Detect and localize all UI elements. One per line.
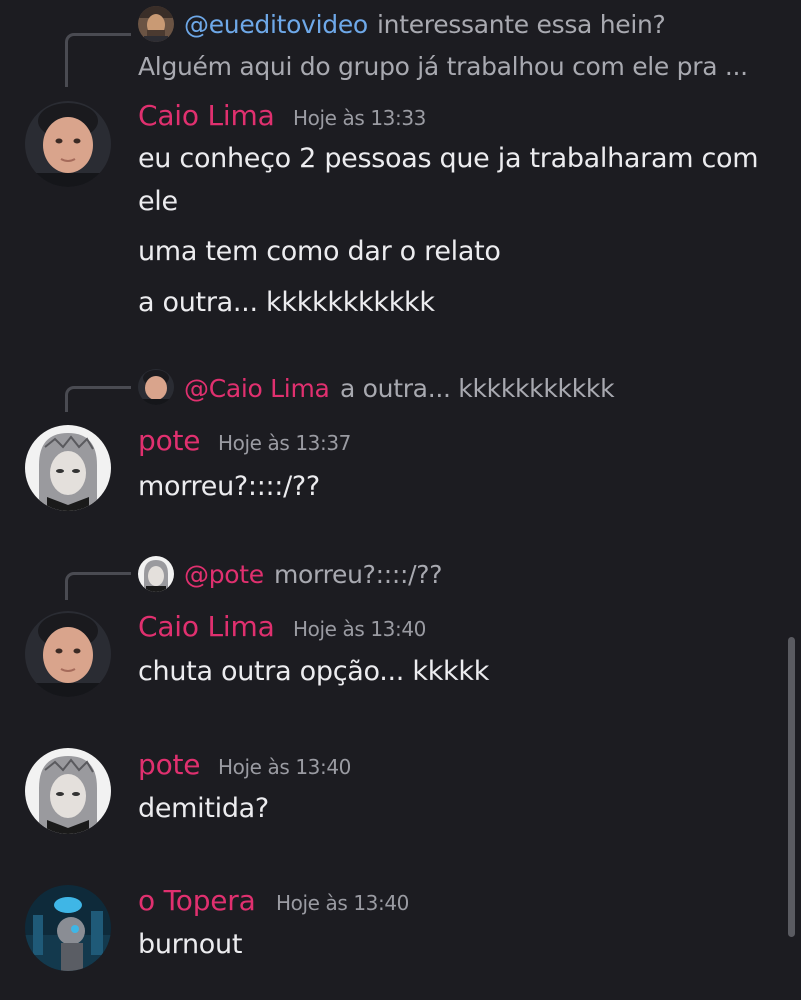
avatar-caio-lima[interactable]	[25, 611, 111, 697]
reply-mention[interactable]: @Caio Lima	[184, 374, 330, 404]
message-timestamp: Hoje às 13:37	[218, 431, 351, 455]
avatar-o-topera[interactable]	[25, 885, 111, 971]
reply-preview-line1[interactable]: interessante essa hein?	[377, 10, 666, 40]
message-line: morreu?::::/??	[138, 471, 320, 502]
author-name[interactable]: pote	[138, 424, 201, 458]
message-line: burnout	[138, 929, 243, 960]
author-name[interactable]: o Topera	[138, 884, 256, 918]
message-timestamp: Hoje às 13:40	[293, 617, 426, 641]
reply-connector	[65, 572, 131, 600]
reply-mention[interactable]: @pote	[184, 560, 264, 590]
reply-preview-line2[interactable]: Alguém aqui do grupo já trabalhou com el…	[138, 52, 748, 82]
replied-user-avatar[interactable]	[138, 369, 174, 405]
message-line: uma tem como dar o relato	[138, 236, 501, 267]
avatar-pote[interactable]	[25, 748, 111, 834]
message-line: chuta outra opção... kkkkk	[138, 656, 490, 687]
author-name[interactable]: Caio Lima	[138, 610, 275, 644]
message-line: ele	[138, 186, 178, 217]
reply-mention[interactable]: @eueditovideo	[184, 10, 368, 40]
message-line: demitida?	[138, 793, 269, 824]
replied-user-avatar[interactable]	[138, 556, 174, 592]
message-timestamp: Hoje às 13:33	[293, 106, 426, 130]
reply-connector	[65, 33, 131, 87]
author-name[interactable]: pote	[138, 748, 201, 782]
author-name[interactable]: Caio Lima	[138, 99, 275, 133]
message-timestamp: Hoje às 13:40	[276, 891, 409, 915]
reply-preview[interactable]: a outra... kkkkkkkkkkk	[340, 374, 615, 404]
avatar-caio-lima[interactable]	[25, 101, 111, 187]
chat-scrollbar[interactable]	[788, 637, 795, 937]
message-line: a outra... kkkkkkkkkkk	[138, 287, 435, 318]
reply-connector	[65, 386, 131, 412]
message-line: eu conheço 2 pessoas que ja trabalharam …	[138, 143, 759, 174]
reply-preview[interactable]: morreu?::::/??	[274, 560, 442, 590]
avatar-pote[interactable]	[25, 425, 111, 511]
message-timestamp: Hoje às 13:40	[218, 755, 351, 779]
replied-user-avatar[interactable]	[138, 6, 174, 42]
